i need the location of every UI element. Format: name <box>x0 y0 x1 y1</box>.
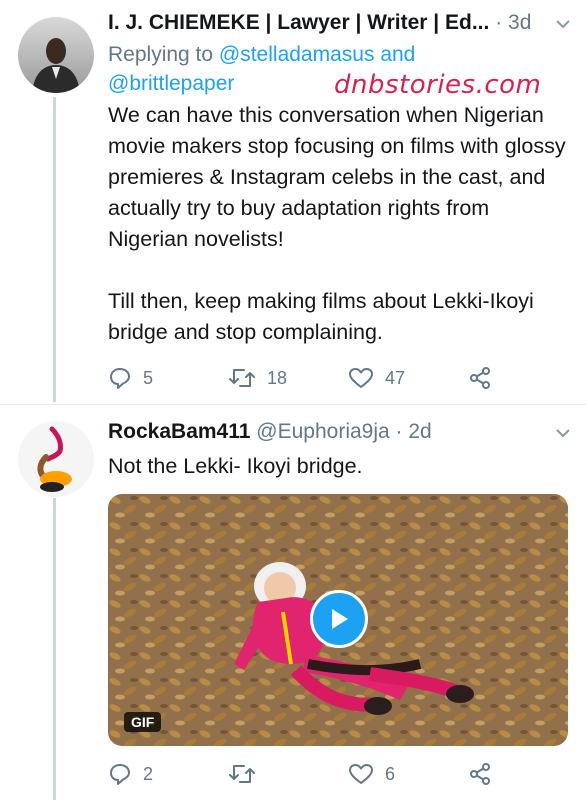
timestamp[interactable]: 2d <box>408 420 431 443</box>
display-name[interactable]: RockaBam411 <box>108 420 250 443</box>
tweet-header: I. J. CHIEMEKE | Lawyer | Writer | Ed...… <box>108 10 572 36</box>
replying-to-label: Replying to <box>108 43 214 66</box>
author-avatar[interactable] <box>18 421 94 497</box>
chevron-down-icon[interactable] <box>554 14 572 40</box>
reply-icon <box>110 368 130 389</box>
tweet-1[interactable]: I. J. CHIEMEKE | Lawyer | Writer | Ed...… <box>0 0 586 405</box>
like-count: 47 <box>385 367 406 388</box>
person-in-suit-avatar-icon <box>18 17 94 93</box>
reply-icon <box>110 764 130 785</box>
heart-icon <box>349 764 373 784</box>
user-handle[interactable]: @Euphoria9ja <box>256 420 389 443</box>
retweet-button[interactable] <box>228 762 267 786</box>
tweet-header: RockaBam411 @Euphoria9ja · 2d <box>108 419 572 445</box>
watermark: dnbstories.com <box>334 70 542 100</box>
retweet-count: 18 <box>267 367 288 388</box>
gif-media[interactable]: GIF <box>108 494 568 746</box>
reply-count: 2 <box>143 763 154 784</box>
play-icon <box>332 609 348 629</box>
tweet-actions: 2 6 <box>108 762 572 790</box>
tweet-2[interactable]: RockaBam411 @Euphoria9ja · 2d Not the Le… <box>0 405 586 800</box>
reply-count: 5 <box>143 367 154 388</box>
chevron-down-icon[interactable] <box>554 423 572 449</box>
reply-button[interactable]: 5 <box>108 366 153 390</box>
author-avatar[interactable] <box>18 17 94 93</box>
retweet-icon <box>229 369 255 387</box>
mention-link[interactable]: @stelladamasus <box>219 43 375 66</box>
like-count: 6 <box>385 763 396 784</box>
like-button[interactable]: 6 <box>348 762 395 786</box>
display-name[interactable]: I. J. CHIEMEKE | Lawyer | Writer | Ed... <box>108 11 489 34</box>
reply-button[interactable]: 2 <box>108 762 153 786</box>
retweet-button[interactable]: 18 <box>228 366 287 390</box>
mention-link[interactable]: @brittlepaper <box>108 72 234 95</box>
heart-icon <box>349 368 373 388</box>
like-button[interactable]: 47 <box>348 366 405 390</box>
play-button[interactable] <box>310 590 368 648</box>
tweet-text-paragraph: We can have this conversation when Niger… <box>108 103 566 251</box>
share-button[interactable] <box>468 366 492 390</box>
share-icon <box>470 367 490 389</box>
share-button[interactable] <box>468 762 492 786</box>
tweet-text: Not the Lekki- Ikoyi bridge. <box>108 454 363 478</box>
retweet-icon <box>229 765 255 783</box>
mention-and: and <box>380 43 416 66</box>
tweet-actions: 5 18 47 <box>108 366 572 394</box>
separator-dot: · <box>395 420 403 443</box>
leaning-figure-avatar-icon <box>18 421 94 497</box>
timestamp[interactable]: 3d <box>508 11 531 34</box>
tweet-text-paragraph: Till then, keep making films about Lekki… <box>108 289 534 344</box>
separator-dot: · <box>495 11 503 34</box>
gif-badge: GIF <box>124 712 162 732</box>
share-icon <box>470 763 490 785</box>
tweet-text: We can have this conversation when Niger… <box>108 100 570 348</box>
